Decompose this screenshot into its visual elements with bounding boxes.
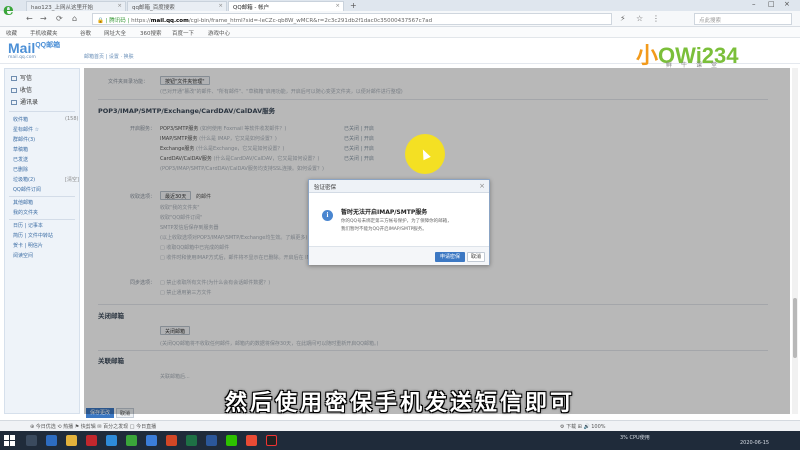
cpu-usage: 3% CPU使用 [620, 435, 650, 441]
dialog-title: 验证密保 [309, 180, 489, 193]
browser-search-input[interactable]: 点此搜索 [694, 13, 792, 25]
inbox-icon [11, 88, 17, 93]
video-subtitle: 然后使用密保手机发送短信即可 [224, 391, 575, 416]
dialog-cancel-button[interactable]: 取消 [467, 252, 485, 262]
sidebar-item-reading[interactable]: 阅读空间 [13, 252, 33, 259]
minimize-icon[interactable]: – [752, 0, 756, 8]
browser-status-bar: ⊕ 今日优选 ⟲ 热播 ⚑ 快剪辑 ✉ 百分之发现 □ 今日直播 ⚙ 下载 ⊞ … [0, 420, 800, 431]
star-icon[interactable]: ☆ [636, 14, 643, 23]
contacts-icon [11, 100, 17, 105]
dialog-footer: 申请密保 取消 [309, 246, 489, 265]
app-icon[interactable] [246, 435, 257, 446]
record-icon[interactable] [266, 435, 277, 446]
new-tab-button[interactable]: + [350, 1, 357, 10]
file-explorer-icon[interactable] [66, 435, 77, 446]
sidebar-item-deleted[interactable]: 已删除 [13, 166, 28, 173]
status-bar-tools[interactable]: ⚙ 下载 ⊞ 🔊 100% [560, 423, 606, 430]
windows-start-icon[interactable] [4, 435, 15, 446]
app-icon[interactable] [86, 435, 97, 446]
favorite-link[interactable]: 百度一下 [172, 29, 194, 37]
search-icon[interactable] [26, 435, 37, 446]
status-bar-links[interactable]: ⊕ 今日优选 ⟲ 热播 ⚑ 快剪辑 ✉ 百分之发现 □ 今日直播 [30, 423, 156, 430]
forward-icon[interactable]: → [40, 14, 47, 23]
dialog-heading: 暂时无法开启IMAP/SMTP服务 [341, 209, 428, 216]
sidebar-item-other-mailbox[interactable]: 其他邮箱 [13, 199, 33, 206]
sidebar-item-starred[interactable]: 星标邮件 ☆ [13, 126, 39, 133]
dialog-body-line: 你的QQ号未绑定第三方帐号保护，为了保障你的邮箱， [341, 219, 452, 224]
favorite-link[interactable]: 游戏中心 [208, 29, 230, 37]
excel-icon[interactable] [186, 435, 197, 446]
compose-button[interactable]: 写信 [11, 73, 32, 82]
pen-icon [11, 76, 17, 81]
back-icon[interactable]: ← [26, 14, 33, 23]
sidebar-item-subscriptions[interactable]: QQ邮件订阅 [13, 186, 41, 193]
contacts-button[interactable]: 通讯录 [11, 97, 38, 106]
clock-date: 2020-06-15 [740, 440, 770, 446]
mail-header-links[interactable]: 邮箱首页 | 设置 · 换肤 [84, 53, 134, 60]
maximize-icon[interactable]: □ [768, 0, 775, 8]
browser-tab-bar: hao123_上网从这里开始 × qq邮箱_百度搜索 × QQ邮箱 - 帐户 × + … [0, 0, 800, 11]
windows-taskbar: 3% CPU使用 2020-06-15 [0, 431, 800, 450]
favorite-link[interactable]: 360搜索 [140, 29, 162, 37]
browser-tab-active[interactable]: QQ邮箱 - 帐户 × [228, 1, 344, 11]
sidebar-item-cards[interactable]: 贺卡 | 明信片 [13, 242, 43, 249]
sidebar-divider [9, 111, 75, 112]
favorite-link[interactable]: 手机收藏夹 [30, 29, 58, 37]
dialog-body-line: 我们暂时不能为QQ开启IMAP/SMTP服务。 [341, 227, 427, 232]
task-view-icon[interactable] [46, 435, 57, 446]
info-icon: i [322, 210, 333, 221]
favorites-menu[interactable]: 收藏 [6, 29, 17, 37]
url-field[interactable]: 🔒 | 腾讯码 | https://mail.qq.com/cgi-bin/fr… [92, 13, 612, 25]
home-icon[interactable]: ⌂ [72, 14, 77, 23]
apply-security-button[interactable]: 申请密保 [435, 252, 465, 262]
browser-logo-icon: e [3, 0, 14, 20]
close-tab-icon[interactable]: × [335, 3, 340, 9]
grid-icon[interactable]: ⋮ [652, 14, 660, 23]
wechat-icon[interactable] [226, 435, 237, 446]
close-tab-icon[interactable]: × [218, 3, 223, 9]
verify-dialog: 验证密保 × i 暂时无法开启IMAP/SMTP服务 你的QQ号未绑定第三方帐号… [308, 179, 490, 265]
favorite-link[interactable]: 谷歌 [80, 29, 91, 37]
sidebar-item-spam[interactable]: 垃圾箱(2) [清空] [13, 176, 79, 183]
browser-taskbar-icon[interactable] [126, 435, 137, 446]
close-tab-icon[interactable]: × [117, 3, 122, 9]
favorite-link[interactable]: 网址大全 [104, 29, 126, 37]
address-bar-row: ← → ⟳ ⌂ 🔒 | 腾讯码 | https://mail.qq.com/cg… [0, 11, 800, 27]
qq-mail-logo[interactable]: MailQQ邮箱 [8, 40, 60, 56]
sidebar-item-sent[interactable]: 已发送 [13, 156, 28, 163]
sidebar-item-my-folders[interactable]: 我的文件夹 [13, 209, 38, 216]
photoshop-icon[interactable] [106, 435, 117, 446]
word-icon[interactable] [206, 435, 217, 446]
sidebar-item-group[interactable]: 群邮件(3) [13, 136, 35, 143]
close-icon[interactable]: × [479, 182, 485, 190]
page-scrollbar[interactable] [792, 68, 798, 414]
close-window-icon[interactable]: × [784, 0, 790, 8]
powerpoint-icon[interactable] [166, 435, 177, 446]
browser-tab[interactable]: qq邮箱_百度搜索 × [127, 1, 227, 11]
mail-sidebar: 写信 收信 通讯录 收件箱 (158) 星标邮件 ☆ 群邮件(3) 草稿箱 已发送… [4, 68, 80, 414]
sidebar-divider [9, 219, 75, 220]
refresh-icon[interactable]: ⟳ [56, 14, 63, 23]
mail-domain: mail.qq.com [8, 55, 36, 60]
sidebar-item-resume[interactable]: 简历 | 文件中转站 [13, 232, 53, 239]
bolt-icon[interactable]: ⚡ [620, 14, 626, 23]
sidebar-item-drafts[interactable]: 草稿箱 [13, 146, 28, 153]
sidebar-divider [9, 196, 75, 197]
app-icon[interactable] [146, 435, 157, 446]
favorites-bar: 收藏 手机收藏夹 谷歌 网址大全 360搜索 百度一下 游戏中心 [0, 27, 800, 38]
browser-tab[interactable]: hao123_上网从这里开始 × [26, 1, 126, 11]
sidebar-item-calendar[interactable]: 日历 | 记事本 [13, 222, 43, 229]
scrollbar-thumb[interactable] [793, 298, 797, 358]
sidebar-item-inbox[interactable]: 收件箱 (158) [13, 116, 78, 123]
receive-button[interactable]: 收信 [11, 85, 32, 94]
